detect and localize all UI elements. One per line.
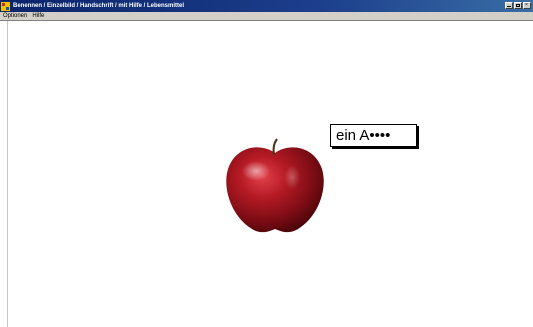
minimize-icon bbox=[507, 6, 511, 7]
close-button[interactable]: × bbox=[523, 2, 531, 9]
menu-bar: Optionen Hilfe bbox=[0, 12, 533, 21]
minimize-button[interactable] bbox=[505, 2, 513, 9]
app-window: Benennen / Einzelbild / Handschrift / mi… bbox=[0, 0, 533, 327]
menu-hilfe[interactable]: Hilfe bbox=[32, 13, 44, 19]
maximize-icon bbox=[516, 4, 520, 7]
apple-icon bbox=[226, 138, 324, 233]
close-icon: × bbox=[525, 2, 528, 8]
window-controls: × bbox=[505, 2, 531, 9]
answer-field[interactable]: ein A•••• bbox=[330, 124, 417, 147]
apple-image bbox=[222, 137, 328, 240]
title-bar: Benennen / Einzelbild / Handschrift / mi… bbox=[0, 0, 533, 12]
menu-optionen[interactable]: Optionen bbox=[3, 13, 27, 19]
app-icon bbox=[1, 1, 10, 11]
window-title: Benennen / Einzelbild / Handschrift / mi… bbox=[13, 3, 185, 9]
maximize-button[interactable] bbox=[514, 2, 522, 9]
